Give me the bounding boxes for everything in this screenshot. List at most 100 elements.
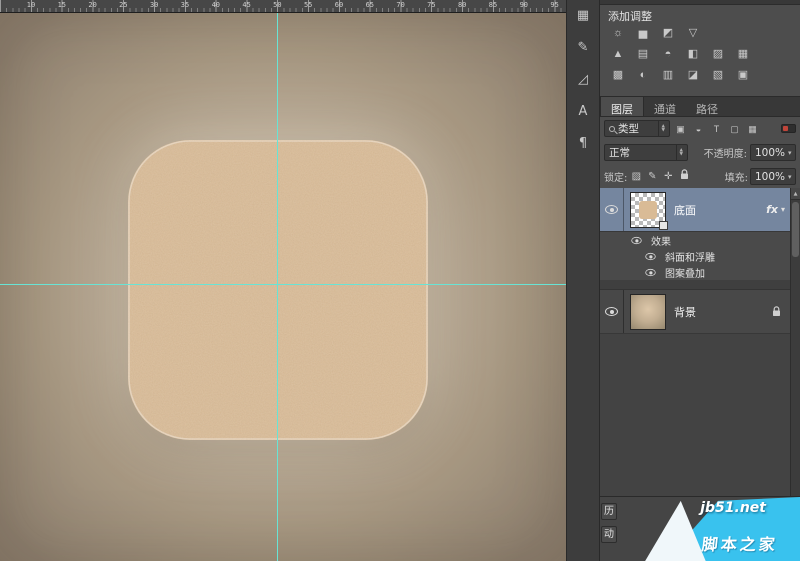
lock-position-icon[interactable]: ✛ [661, 169, 675, 185]
ruler-number: 90 [508, 1, 539, 9]
brush-panel-icon[interactable]: ✎ [571, 36, 595, 59]
ruler-number: 15 [46, 1, 77, 9]
blend-row: 正常 ▲▼ 不透明度: 100% ▾ [600, 140, 800, 165]
visibility-eye-icon[interactable] [605, 307, 618, 316]
fx-badge[interactable]: fx [766, 203, 778, 216]
opacity-dropdown[interactable]: 100% ▾ [750, 144, 796, 161]
canvas[interactable] [0, 13, 566, 561]
adjustments-title: 添加调整 [600, 5, 800, 23]
opacity-label: 不透明度: [704, 145, 747, 160]
layer-row-bottom-face[interactable]: 底面 fx ▾ [600, 188, 790, 232]
filter-pixel-layers-icon[interactable]: ▣ [673, 121, 688, 137]
filter-adjustment-layers-icon[interactable]: ◒ [691, 121, 706, 137]
ruler-number: 25 [108, 1, 139, 9]
layer-name[interactable]: 底面 [674, 202, 696, 218]
filter-kind-dropdown[interactable]: 类型 ▲▼ [604, 120, 670, 137]
photo-filter-icon[interactable]: ▨ [708, 46, 728, 63]
visibility-eye-icon[interactable] [631, 236, 641, 243]
effects-header-row[interactable]: 效果 [600, 232, 790, 248]
scrollbar[interactable]: ▲ [790, 188, 800, 496]
layer-thumbnail[interactable] [630, 192, 666, 228]
visibility-cell [600, 188, 624, 231]
ruler-panel-icon[interactable]: ◿ [571, 68, 595, 91]
black-white-icon[interactable]: ◧ [683, 46, 703, 63]
adjustments-panel: 添加调整 ☼ ▅ ◩ ▽ ▲ ▤ ◓ ◧ ▨ ▦ ▩ ◐ ▥ ◪ ▧ ▣ [600, 0, 800, 97]
ruler-number: 70 [385, 1, 416, 9]
ruler-number: 45 [231, 1, 262, 9]
fill-value: 100% [755, 171, 785, 183]
paragraph-panel-icon[interactable]: ¶ [571, 132, 595, 155]
filter-smart-objects-icon[interactable]: ▦ [745, 121, 760, 137]
chevron-down-icon: ▾ [788, 173, 792, 181]
vibrance-icon[interactable]: ▲ [608, 46, 628, 63]
ruler-number: 80 [447, 1, 478, 9]
levels-icon[interactable]: ▅ [633, 25, 653, 42]
lock-all-icon[interactable] [677, 169, 691, 185]
collapsed-panels-dock: 历 动 [601, 503, 617, 543]
fill-label: 填充: [725, 169, 748, 184]
spinner-arrows-icon: ▲▼ [658, 121, 665, 136]
layers-list: 底面 fx ▾ 效果 斜面和浮雕 图案叠加 [600, 188, 800, 496]
hue-saturation-icon[interactable]: ▤ [633, 46, 653, 63]
lock-transparent-pixels-icon[interactable]: ▨ [629, 169, 643, 185]
character-panel-icon[interactable]: A [571, 100, 595, 123]
layer-gap [600, 280, 790, 290]
ruler-number: 35 [170, 1, 201, 9]
scroll-up-arrow[interactable]: ▲ [791, 188, 800, 200]
adjustments-row-1: ☼ ▅ ◩ ▽ [600, 23, 800, 44]
exposure-icon[interactable]: ▽ [683, 25, 703, 42]
rounded-square-icon-artwork [128, 140, 428, 440]
filter-type-layers-icon[interactable]: T [709, 121, 724, 137]
ruler-number: 50 [262, 1, 293, 9]
ruler-number: 30 [139, 1, 170, 9]
photoshop-workspace: 10 15 20 25 30 35 40 45 50 55 60 65 70 7… [0, 0, 800, 561]
horizontal-ruler[interactable]: 10 15 20 25 30 35 40 45 50 55 60 65 70 7… [0, 0, 566, 13]
fill-dropdown[interactable]: 100% ▾ [750, 168, 796, 185]
threshold-icon[interactable]: ◪ [683, 67, 703, 84]
channel-mixer-icon[interactable]: ▦ [733, 46, 753, 63]
scroll-thumb[interactable] [792, 202, 799, 257]
brightness-contrast-icon[interactable]: ☼ [608, 25, 628, 42]
swatches-panel-icon[interactable]: ▦ [571, 4, 595, 27]
collapse-effects-icon[interactable]: ▾ [781, 205, 785, 214]
right-panel: 添加调整 ☼ ▅ ◩ ▽ ▲ ▤ ◓ ◧ ▨ ▦ ▩ ◐ ▥ ◪ ▧ ▣ [600, 0, 800, 561]
invert-icon[interactable]: ◐ [633, 67, 653, 84]
panel-dock: ▦ ✎ ◿ A ¶ [566, 0, 600, 561]
gradient-map-icon[interactable]: ▧ [708, 67, 728, 84]
tab-paths[interactable]: 路径 [686, 97, 728, 116]
visibility-eye-icon[interactable] [645, 252, 655, 259]
effect-label: 图案叠加 [665, 265, 705, 280]
visibility-eye-icon[interactable] [645, 268, 655, 275]
effect-row-bevel-emboss[interactable]: 斜面和浮雕 [600, 248, 790, 264]
history-panel-button[interactable]: 历 [601, 503, 617, 520]
background-layer-thumbnail[interactable] [630, 294, 666, 330]
filter-kind-value: 类型 [618, 121, 639, 136]
layer-filter-row: 类型 ▲▼ ▣ ◒ T ▢ ▦ [600, 117, 800, 140]
visibility-eye-icon[interactable] [605, 205, 618, 214]
adjustments-row-2: ▲ ▤ ◓ ◧ ▨ ▦ [600, 44, 800, 65]
watermark-brand-text: 脚本之家 [701, 531, 780, 555]
tab-channels[interactable]: 通道 [644, 97, 686, 116]
tab-layers[interactable]: 图层 [600, 97, 644, 116]
actions-panel-button[interactable]: 动 [601, 526, 617, 543]
filter-toggle-switch[interactable] [781, 124, 796, 133]
ruler-number: 65 [354, 1, 385, 9]
spinner-arrows-icon: ▲▼ [676, 145, 683, 160]
layer-name[interactable]: 背景 [674, 304, 696, 320]
layer-row-background[interactable]: 背景 [600, 290, 790, 334]
color-lookup-icon[interactable]: ▩ [608, 67, 628, 84]
blend-mode-dropdown[interactable]: 正常 ▲▼ [604, 144, 688, 161]
guide-vertical[interactable] [277, 13, 278, 561]
search-icon [609, 126, 615, 132]
posterize-icon[interactable]: ▥ [658, 67, 678, 84]
curves-icon[interactable]: ◩ [658, 25, 678, 42]
selective-color-icon[interactable]: ▣ [733, 67, 753, 84]
watermark-site-text: jb51.net [700, 500, 766, 516]
thumbnail-artwork [639, 201, 657, 219]
color-balance-icon[interactable]: ◓ [658, 46, 678, 63]
guide-horizontal[interactable] [0, 284, 566, 285]
lock-image-pixels-icon[interactable]: ✎ [645, 169, 659, 185]
filter-shape-layers-icon[interactable]: ▢ [727, 121, 742, 137]
ruler-number: 20 [77, 1, 108, 9]
effect-row-pattern-overlay[interactable]: 图案叠加 [600, 264, 790, 280]
